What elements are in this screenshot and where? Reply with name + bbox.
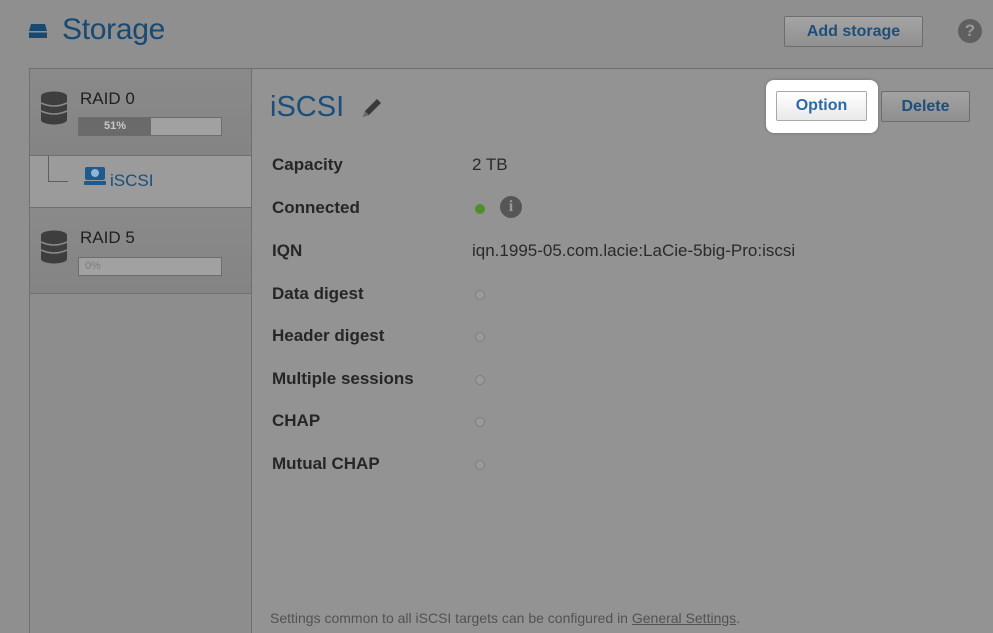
tree-connector [48, 156, 68, 182]
volume-label: iSCSI [110, 171, 154, 190]
volume-details: iSCSI Option Delete Capacity 2 TB Connec… [252, 69, 993, 633]
property-label: Header digest [272, 326, 385, 345]
storage-icon [29, 24, 47, 38]
status-dot [475, 290, 485, 300]
database-icon [40, 230, 68, 264]
property-label: Connected [272, 198, 360, 217]
property-header-digest: Header digest [272, 326, 972, 350]
property-data-digest: Data digest [272, 284, 972, 308]
footer-text: Settings common to all iSCSI targets can… [270, 610, 632, 626]
add-storage-button[interactable]: Add storage [784, 16, 923, 47]
storage-panel: RAID 0 51% iSCSI RAID 5 0% iSCSI Option … [29, 68, 993, 633]
page-title: Storage [62, 13, 165, 46]
property-chap: CHAP [272, 411, 972, 435]
property-label: Multiple sessions [272, 369, 414, 388]
general-settings-link[interactable]: General Settings [632, 610, 736, 626]
iscsi-volume-icon [84, 167, 106, 185]
property-label: IQN [272, 241, 303, 260]
usage-bar: 0% [78, 257, 222, 276]
property-label: Mutual CHAP [272, 454, 380, 473]
property-multiple-sessions: Multiple sessions [272, 369, 972, 393]
pencil-icon[interactable] [360, 96, 384, 120]
usage-percent: 0% [85, 260, 101, 272]
raid-name: RAID 0 [80, 89, 135, 108]
property-label: CHAP [272, 411, 321, 430]
option-highlight: Option [766, 80, 878, 133]
status-dot [475, 460, 485, 470]
footer-suffix: . [736, 610, 741, 626]
option-button[interactable]: Option [776, 91, 867, 121]
status-dot [475, 375, 485, 385]
property-label: Data digest [272, 284, 364, 303]
status-dot [475, 332, 485, 342]
sidebar-item-iscsi[interactable]: iSCSI [30, 156, 251, 208]
usage-percent: 51% [103, 120, 127, 132]
sidebar-item-raid-0[interactable]: RAID 0 51% [30, 69, 251, 156]
property-connected: Connected i [272, 196, 972, 222]
usage-bar: 51% [78, 117, 222, 136]
help-icon[interactable]: ? [958, 19, 982, 43]
property-label: Capacity [272, 155, 343, 174]
info-icon[interactable]: i [500, 196, 522, 218]
property-capacity: Capacity 2 TB [272, 155, 972, 179]
status-dot [475, 204, 485, 214]
sidebar-item-raid-5[interactable]: RAID 5 0% [30, 208, 251, 294]
property-mutual-chap: Mutual CHAP [272, 454, 972, 478]
status-dot [475, 417, 485, 427]
volume-title: iSCSI [270, 91, 345, 123]
property-value: 2 TB [472, 155, 508, 174]
property-iqn: IQN iqn.1995-05.com.lacie:LaCie-5big-Pro… [272, 241, 972, 265]
raid-name: RAID 5 [80, 228, 135, 247]
delete-button[interactable]: Delete [881, 91, 970, 122]
sidebar: RAID 0 51% iSCSI RAID 5 0% [30, 69, 252, 633]
header: Storage Add storage ? [0, 0, 993, 64]
database-icon [40, 91, 68, 125]
footer-note: Settings common to all iSCSI targets can… [270, 610, 740, 626]
property-value: iqn.1995-05.com.lacie:LaCie-5big-Pro:isc… [472, 241, 796, 260]
